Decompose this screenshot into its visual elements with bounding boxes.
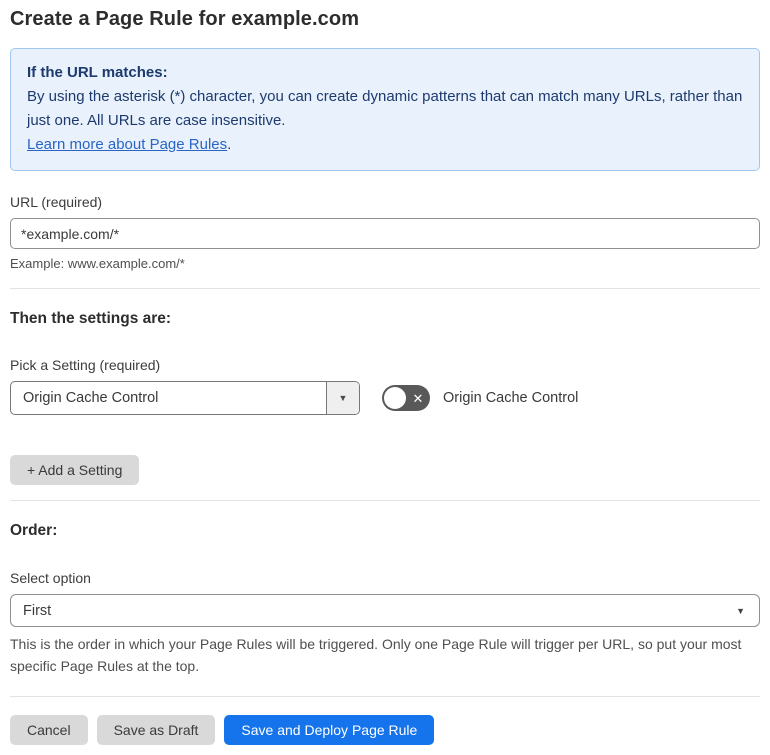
toggle-knob — [384, 387, 406, 409]
footer-actions: Cancel Save as Draft Save and Deploy Pag… — [10, 715, 760, 746]
add-setting-button[interactable]: + Add a Setting — [10, 455, 140, 485]
divider — [10, 288, 760, 289]
create-page-rule-panel: Create a Page Rule for example.com If th… — [0, 0, 770, 755]
chevron-down-icon: ▼ — [338, 393, 348, 403]
divider — [10, 500, 760, 501]
order-select-value: First — [23, 602, 52, 619]
order-section-heading: Order: — [10, 522, 58, 539]
save-and-deploy-button[interactable]: Save and Deploy Page Rule — [224, 715, 435, 746]
order-select[interactable]: First ▼ — [10, 594, 760, 627]
info-box-heading: If the URL matches: — [27, 64, 168, 81]
setting-select-value: Origin Cache Control — [23, 390, 159, 406]
setting-row: Origin Cache Control ▼ ✕ Origin Cache Co… — [10, 381, 760, 415]
order-helper-text: This is the order in which your Page Rul… — [10, 636, 742, 674]
link-suffix: . — [227, 136, 232, 153]
divider — [10, 696, 760, 698]
cancel-button[interactable]: Cancel — [10, 715, 88, 746]
url-field-label: URL (required) — [10, 194, 103, 210]
save-as-draft-button[interactable]: Save as Draft — [96, 715, 216, 746]
info-box-link-line: Learn more about Page Rules. — [27, 133, 743, 157]
url-match-info-box: If the URL matches: By using the asteris… — [10, 48, 760, 171]
learn-more-link[interactable]: Learn more about Page Rules — [27, 136, 227, 153]
toggle-off-x-icon: ✕ — [412, 390, 424, 406]
order-select-label: Select option — [10, 570, 91, 586]
pick-setting-label: Pick a Setting (required) — [10, 357, 161, 373]
info-box-body: By using the asterisk (*) character, you… — [27, 88, 743, 129]
chevron-down-icon: ▼ — [736, 605, 745, 616]
setting-select-caret-button[interactable]: ▼ — [326, 382, 359, 414]
page-title: Create a Page Rule for example.com — [10, 8, 360, 30]
settings-section-heading: Then the settings are: — [10, 310, 172, 327]
origin-cache-control-toggle[interactable]: ✕ — [382, 385, 430, 411]
url-field-helper: Example: www.example.com/* — [10, 256, 185, 271]
add-setting-wrap: + Add a Setting — [10, 455, 760, 485]
toggle-label: Origin Cache Control — [443, 390, 579, 406]
setting-select[interactable]: Origin Cache Control ▼ — [10, 381, 360, 415]
url-input[interactable] — [10, 218, 760, 249]
